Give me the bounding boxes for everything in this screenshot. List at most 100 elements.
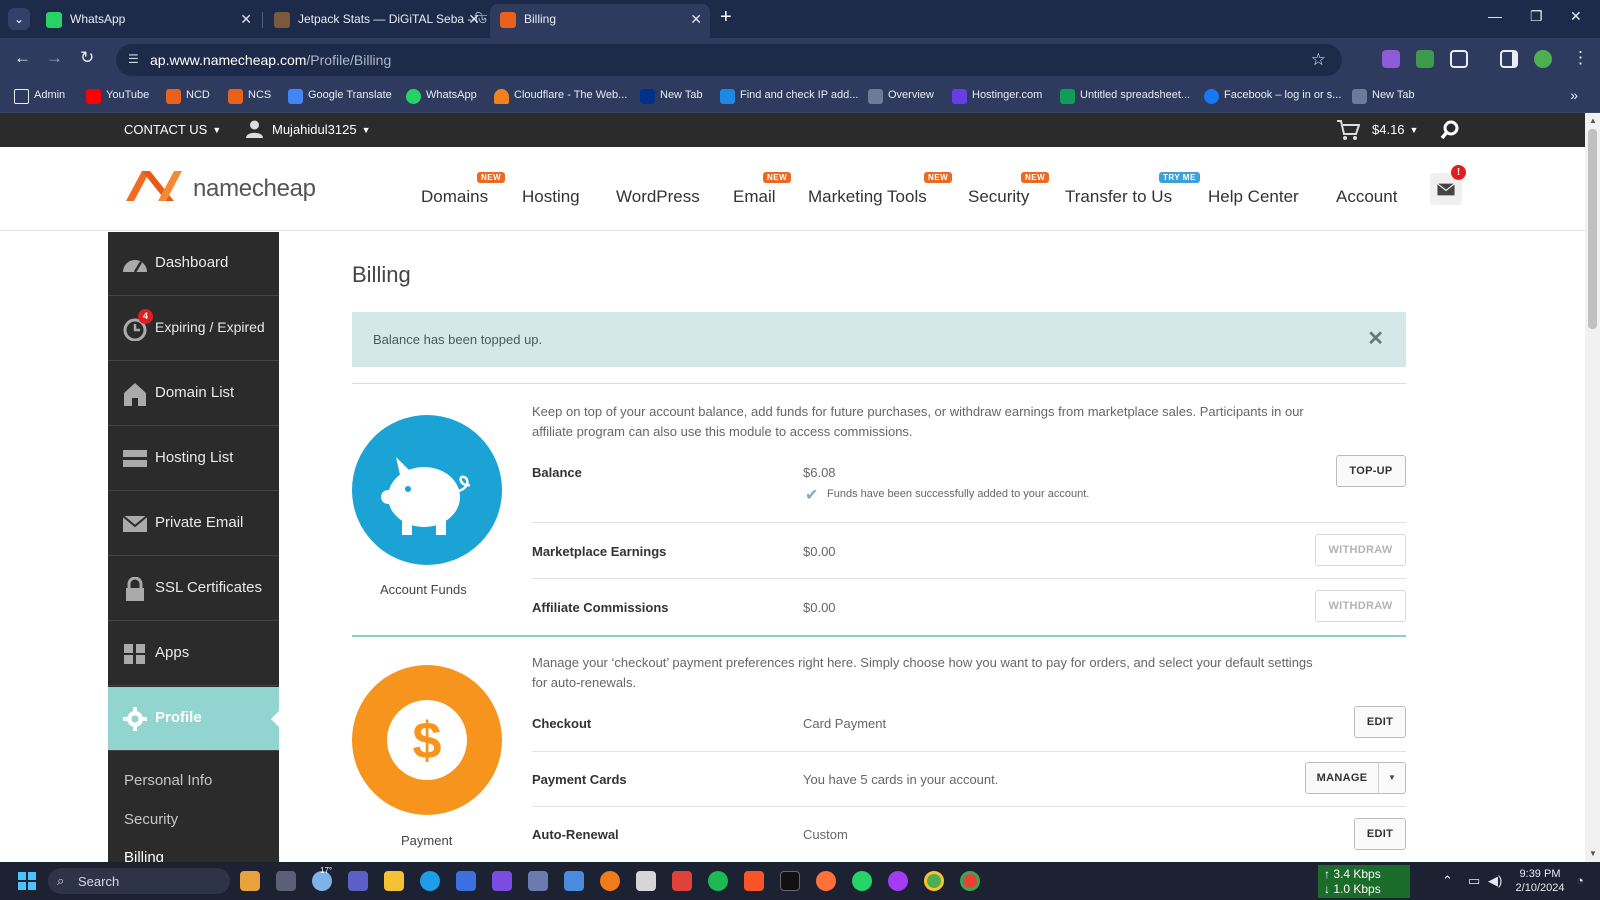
teams-icon[interactable] bbox=[348, 871, 368, 891]
new-tab-button[interactable]: + bbox=[720, 6, 732, 29]
more-bookmarks-icon[interactable]: » bbox=[1570, 87, 1578, 103]
balance-menu[interactable]: $4.16 ▼ bbox=[1372, 122, 1418, 137]
reload-icon[interactable]: ↻ bbox=[80, 48, 94, 68]
close-icon[interactable]: ✕ bbox=[1367, 326, 1384, 351]
scroll-up-icon[interactable]: ▲ bbox=[1589, 116, 1597, 125]
volume-icon[interactable]: ◀) bbox=[1488, 873, 1502, 889]
search-icon[interactable] bbox=[1440, 120, 1460, 140]
bookmark-new-tab-2[interactable]: New Tab bbox=[1352, 89, 1415, 104]
site-info-icon[interactable]: ☰ bbox=[128, 52, 144, 68]
subnav-security[interactable]: Security bbox=[124, 811, 178, 828]
side-panel-icon[interactable] bbox=[1500, 50, 1518, 68]
puzzle-extensions-icon[interactable] bbox=[1450, 50, 1468, 68]
forward-arrow-icon[interactable]: → bbox=[46, 48, 63, 68]
bookmark-overview[interactable]: Overview bbox=[868, 89, 934, 104]
nav-account[interactable]: Account bbox=[1336, 187, 1397, 207]
file-explorer-icon[interactable] bbox=[384, 871, 404, 891]
tab-billing[interactable]: Billing ✕ bbox=[490, 4, 710, 38]
task-view-icon[interactable] bbox=[276, 871, 296, 891]
system-clock[interactable]: 9:39 PM 2/10/2024 bbox=[1510, 867, 1570, 895]
spotify-icon[interactable] bbox=[708, 871, 728, 891]
scrollbar-thumb[interactable] bbox=[1588, 129, 1597, 329]
namecheap-logo[interactable] bbox=[122, 167, 186, 203]
subnav-personal-info[interactable]: Personal Info bbox=[124, 772, 212, 789]
sidebar-item-expiring[interactable]: 4 Expiring / Expired bbox=[108, 297, 279, 361]
bookmark-whatsapp[interactable]: WhatsApp bbox=[406, 89, 477, 104]
url-text[interactable]: ap.www.namecheap.com/Profile/Billing bbox=[150, 52, 391, 68]
store-icon[interactable] bbox=[456, 871, 476, 891]
extension-icon[interactable] bbox=[1416, 50, 1434, 68]
bookmark-cloudflare[interactable]: Cloudflare - The Web... bbox=[494, 89, 627, 104]
chrome-profile-icon[interactable] bbox=[960, 871, 980, 891]
bookmark-ncd[interactable]: NCD bbox=[166, 89, 210, 104]
notepad-icon[interactable] bbox=[564, 871, 584, 891]
address-bar[interactable]: ☰ ap.www.namecheap.com/Profile/Billing ☆ bbox=[116, 44, 1342, 76]
restore-icon[interactable]: ❐ bbox=[1530, 8, 1543, 25]
chrome-icon[interactable] bbox=[924, 871, 944, 891]
app-icon[interactable] bbox=[492, 871, 512, 891]
contact-us-menu[interactable]: CONTACT US ▼ bbox=[124, 122, 221, 137]
nav-marketing-tools[interactable]: NEW Marketing Tools bbox=[808, 172, 953, 207]
page-scrollbar[interactable]: ▲ ▼ bbox=[1585, 113, 1600, 862]
tab-search-button[interactable]: ⌄ bbox=[8, 8, 30, 30]
display-icon[interactable]: ▭ bbox=[1468, 873, 1480, 889]
nav-domains[interactable]: NEW Domains bbox=[421, 172, 506, 207]
edge-icon[interactable] bbox=[420, 871, 440, 891]
sidebar-item-profile[interactable]: Profile bbox=[108, 687, 279, 751]
bookmark-google-translate[interactable]: Google Translate bbox=[288, 89, 392, 104]
sidebar-item-domain-list[interactable]: Domain List bbox=[108, 362, 279, 426]
nav-help-center[interactable]: Help Center bbox=[1208, 187, 1299, 207]
search-app-icon[interactable] bbox=[600, 871, 620, 891]
bookmark-ip-check[interactable]: Find and check IP add... bbox=[720, 89, 858, 104]
withdraw-commissions-button[interactable]: WITHDRAW bbox=[1315, 590, 1406, 622]
edit-auto-renewal-button[interactable]: EDIT bbox=[1354, 818, 1406, 850]
taskbar-search[interactable]: ⌕ Search bbox=[48, 868, 230, 894]
edit-checkout-button[interactable]: EDIT bbox=[1354, 706, 1406, 738]
close-tab-icon[interactable]: ✕ bbox=[468, 4, 480, 34]
bookmark-facebook[interactable]: Facebook – log in or s... bbox=[1204, 89, 1341, 104]
bookmark-admin[interactable]: Admin bbox=[14, 89, 65, 104]
calculator-icon[interactable] bbox=[528, 871, 548, 891]
sidebar-item-ssl-certificates[interactable]: SSL Certificates bbox=[108, 557, 279, 621]
top-up-button[interactable]: TOP-UP bbox=[1336, 455, 1406, 487]
back-arrow-icon[interactable]: ← bbox=[14, 48, 31, 68]
nav-security[interactable]: NEW Security bbox=[968, 172, 1050, 207]
tab-whatsapp[interactable]: WhatsApp ✕ bbox=[36, 4, 260, 38]
brave-icon[interactable] bbox=[744, 871, 764, 891]
bookmark-spreadsheet[interactable]: Untitled spreadsheet... bbox=[1060, 89, 1190, 104]
nav-email[interactable]: NEW Email bbox=[733, 172, 792, 207]
bookmark-youtube[interactable]: YouTube bbox=[86, 89, 149, 104]
nav-hosting[interactable]: Hosting bbox=[522, 187, 580, 207]
manage-dropdown-toggle[interactable]: ▼ bbox=[1378, 762, 1406, 794]
bookmark-ncs[interactable]: NCS bbox=[228, 89, 271, 104]
anydesk-icon[interactable] bbox=[672, 871, 692, 891]
nav-transfer-to-us[interactable]: TRY ME Transfer to Us bbox=[1065, 172, 1200, 207]
snipping-tool-icon[interactable] bbox=[636, 871, 656, 891]
chevron-up-icon[interactable]: ⌃ bbox=[1442, 873, 1453, 889]
manage-cards-button[interactable]: MANAGE bbox=[1305, 762, 1379, 794]
sidebar-item-private-email[interactable]: Private Email bbox=[108, 492, 279, 556]
pen-extension-icon[interactable] bbox=[1382, 50, 1400, 68]
notification-bell-icon[interactable]: ◔ bbox=[1576, 873, 1584, 888]
bookmark-hostinger[interactable]: Hostinger.com bbox=[952, 89, 1042, 104]
sidebar-item-apps[interactable]: Apps bbox=[108, 622, 279, 686]
widgets-icon[interactable] bbox=[240, 871, 260, 891]
close-tab-icon[interactable]: ✕ bbox=[240, 4, 252, 34]
whatsapp-icon[interactable] bbox=[852, 871, 872, 891]
nav-wordpress[interactable]: WordPress bbox=[616, 187, 700, 207]
tab-jetpack-stats[interactable]: Jetpack Stats — DiGiTAL Seba - ডি ✕ bbox=[264, 4, 488, 38]
bookmark-star-icon[interactable]: ☆ bbox=[1311, 50, 1326, 70]
scroll-down-icon[interactable]: ▼ bbox=[1589, 849, 1597, 858]
profile-avatar[interactable] bbox=[1534, 50, 1552, 68]
app-dark-icon[interactable] bbox=[780, 871, 800, 891]
close-window-icon[interactable]: ✕ bbox=[1570, 8, 1582, 25]
user-menu[interactable]: Mujahidul3125 ▼ bbox=[246, 120, 371, 138]
close-tab-icon[interactable]: ✕ bbox=[690, 4, 702, 34]
menu-dots-icon[interactable]: ⋮ bbox=[1572, 48, 1589, 68]
windows-start-icon[interactable] bbox=[18, 872, 36, 890]
firefox-icon[interactable] bbox=[816, 871, 836, 891]
bookmark-new-tab[interactable]: New Tab bbox=[640, 89, 703, 104]
minimize-icon[interactable]: — bbox=[1488, 8, 1502, 24]
sidebar-item-hosting-list[interactable]: Hosting List bbox=[108, 427, 279, 491]
messenger-icon[interactable] bbox=[888, 871, 908, 891]
